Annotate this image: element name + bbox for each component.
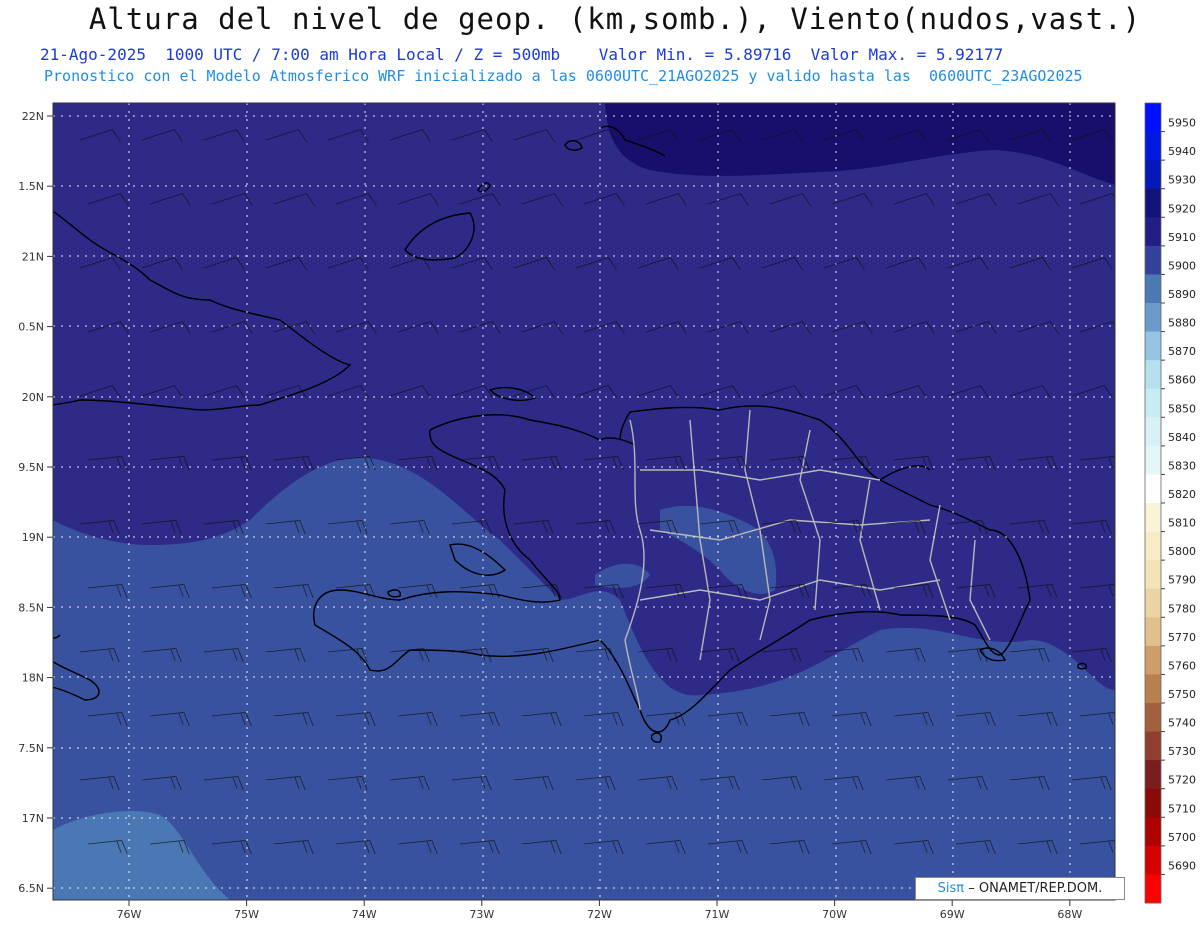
- lat-label: 22N: [22, 110, 44, 123]
- lat-label: 20N: [22, 391, 44, 404]
- lon-label: 72W: [587, 908, 612, 921]
- subtitle-model: Pronostico con el Modelo Atmosferico WRF…: [44, 67, 1083, 85]
- lat-label: 17N: [22, 812, 44, 825]
- subtitle-time: 1000 UTC / 7:00 am Hora Local / Z = 500m…: [165, 45, 561, 64]
- colorbar-label: 5900: [1168, 259, 1196, 272]
- colorbar-swatch: [1145, 731, 1161, 761]
- lon-label: 74W: [352, 908, 377, 921]
- lat-label: 18N: [22, 672, 44, 685]
- colorbar-label: 5800: [1168, 545, 1196, 558]
- colorbar-label: 5720: [1168, 774, 1196, 787]
- lat-label: 7.5N: [18, 742, 44, 755]
- subtitle-max: Valor Max. = 5.92177: [810, 45, 1004, 64]
- colorbar-label: 5850: [1168, 402, 1196, 415]
- lat-label: 0.5N: [18, 321, 44, 334]
- lon-label: 76W: [117, 908, 142, 921]
- colorbar-label: 5830: [1168, 459, 1196, 472]
- colorbar-swatch: [1145, 645, 1161, 675]
- colorbar-label: 5910: [1168, 231, 1196, 244]
- lat-label: 6.5N: [18, 882, 44, 895]
- colorbar-swatch: [1145, 531, 1161, 561]
- lat-label: 1.5N: [18, 180, 44, 193]
- colorbar-label: 5840: [1168, 431, 1196, 444]
- colorbar-label: 5770: [1168, 631, 1196, 644]
- colorbar-label: 5870: [1168, 345, 1196, 358]
- lat-label: 21N: [22, 250, 44, 263]
- colorbar-swatch: [1145, 131, 1161, 161]
- lon-label: 75W: [234, 908, 259, 921]
- colorbar-swatch: [1145, 303, 1161, 333]
- colorbar-swatch: [1145, 474, 1161, 504]
- credit-box: Sisπ – ONAMET/REP.DOM.: [915, 877, 1125, 900]
- colorbar-swatch: [1145, 588, 1161, 618]
- colorbar-swatch: [1145, 845, 1161, 875]
- colorbar-swatch: [1145, 617, 1161, 647]
- colorbar-swatch: [1145, 874, 1161, 904]
- colorbar-swatch: [1145, 503, 1161, 533]
- colorbar-swatch: [1145, 245, 1161, 275]
- subtitle-min: Valor Min. = 5.89716: [598, 45, 792, 64]
- colorbar-label: 5880: [1168, 317, 1196, 330]
- colorbar-label: 5820: [1168, 488, 1196, 501]
- forecast-map: 22N 1.5N 21N 0.5N 20N 9.5N 19N 8.5N 18N 7.5N 17N 6.…: [18, 102, 1196, 921]
- subtitle-line-1: 21-Ago-2025 1000 UTC / 7:00 am Hora Loca…: [40, 45, 1160, 64]
- latitude-axis: 22N 1.5N 21N 0.5N 20N 9.5N 19N 8.5N 18N 7.5N 17N 6.…: [18, 110, 53, 895]
- lon-label: 69W: [940, 908, 965, 921]
- credit-text: – ONAMET/REP.DOM.: [968, 881, 1103, 896]
- colorbar-label: 5760: [1168, 659, 1196, 672]
- colorbar-label: 5810: [1168, 517, 1196, 530]
- colorbar-swatch: [1145, 331, 1161, 361]
- lat-label: 19N: [22, 531, 44, 544]
- colorbar-swatch: [1145, 160, 1161, 190]
- lat-label: 8.5N: [18, 601, 44, 614]
- colorbar-swatch: [1145, 560, 1161, 590]
- colorbar: 5950 5940 5930 5920 5910 5900 5890 5880 5870 5860…: [1144, 102, 1196, 904]
- colorbar-label: 5940: [1168, 145, 1196, 158]
- colorbar-label: 5700: [1168, 831, 1196, 844]
- colorbar-swatch: [1145, 388, 1161, 418]
- subtitle-date: 21-Ago-2025: [40, 45, 146, 64]
- colorbar-swatch: [1145, 274, 1161, 304]
- colorbar-swatch: [1145, 817, 1161, 847]
- colorbar-swatch: [1145, 360, 1161, 390]
- colorbar-label: 5860: [1168, 374, 1196, 387]
- colorbar-swatch: [1145, 674, 1161, 704]
- lon-label: 68W: [1057, 908, 1082, 921]
- credit-brand: Sisπ: [937, 881, 965, 896]
- colorbar-swatch: [1145, 417, 1161, 447]
- colorbar-label: 5750: [1168, 688, 1196, 701]
- colorbar-swatch: [1145, 760, 1161, 790]
- colorbar-swatch: [1145, 445, 1161, 475]
- colorbar-label: 5920: [1168, 202, 1196, 215]
- lat-label: 9.5N: [18, 461, 44, 474]
- longitude-axis: 76W 75W 74W 73W 72W 71W 70W 69W 68W: [117, 900, 1082, 921]
- colorbar-label: 5690: [1168, 859, 1196, 872]
- colorbar-label: 5950: [1168, 117, 1196, 130]
- colorbar-label: 5740: [1168, 717, 1196, 730]
- map-title: Altura del nivel de geop. (km,somb.), Vi…: [88, 2, 1142, 36]
- colorbar-label: 5730: [1168, 745, 1196, 758]
- lon-label: 71W: [705, 908, 730, 921]
- colorbar-swatch: [1145, 788, 1161, 818]
- colorbar-label: 5790: [1168, 574, 1196, 587]
- colorbar-label: 5890: [1168, 288, 1196, 301]
- colorbar-label: 5710: [1168, 802, 1196, 815]
- colorbar-label: 5930: [1168, 174, 1196, 187]
- colorbar-swatch: [1145, 217, 1161, 247]
- lon-label: 73W: [469, 908, 494, 921]
- colorbar-swatch: [1145, 188, 1161, 218]
- colorbar-swatch: [1145, 103, 1161, 133]
- colorbar-swatch: [1145, 703, 1161, 733]
- colorbar-label: 5780: [1168, 602, 1196, 615]
- lon-label: 70W: [822, 908, 847, 921]
